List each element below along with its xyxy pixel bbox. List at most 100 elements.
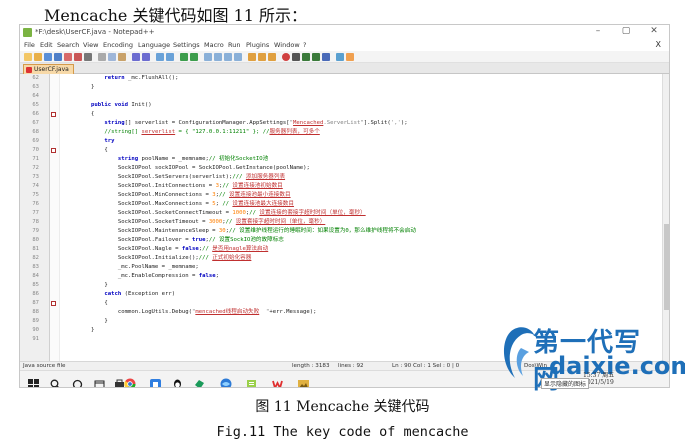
code-line[interactable]: 80 SockIOPool.Failover = true;// 设置SockI… [20,236,654,245]
fold-marker-icon[interactable] [51,148,56,153]
code-line[interactable]: 73 SockIOPool.SetServers(serverlist);///… [20,173,654,182]
code-line[interactable]: 91 [20,335,654,344]
show-all-chars-icon[interactable] [224,53,232,61]
menu-window[interactable]: Window [274,41,300,49]
code-line[interactable]: 71 string poolName = _memname;// 初始化Sock… [20,155,654,164]
folder-workspace-icon[interactable] [268,53,276,61]
code-line[interactable]: 64 [20,92,654,101]
file-explorer-icon[interactable] [94,375,105,387]
menu-file[interactable]: File [24,41,35,49]
code-line[interactable]: 72 SockIOPool sockIOPool = SockIOPool.Ge… [20,164,654,173]
menu-edit[interactable]: Edit [40,41,53,49]
maximize-button[interactable]: ▢ [616,26,636,36]
browser-icon[interactable] [220,375,232,387]
plugin-icon[interactable] [346,53,354,61]
code-line[interactable]: 69 try [20,137,654,146]
qq-icon[interactable] [172,375,183,387]
doc-map-icon[interactable] [248,53,256,61]
undo-icon[interactable] [132,53,140,61]
code-line[interactable]: 83 _mc.PoolName = _memname; [20,263,654,272]
indent-guide-icon[interactable] [234,53,242,61]
code-text: { [64,111,95,117]
task-view-icon[interactable] [72,375,83,387]
code-line[interactable]: 78 SockIOPool.SocketTimeout = 3000;// 设置… [20,218,654,227]
spell-check-icon[interactable] [336,53,344,61]
run-macro-multiple-icon[interactable] [312,53,320,61]
scrollbar-thumb[interactable] [664,224,669,310]
stop-macro-icon[interactable] [292,53,300,61]
menu-language[interactable]: Language [138,41,170,49]
code-line[interactable]: 74 SockIOPool.InitConnections = 3;// 设置连… [20,182,654,191]
find-icon[interactable] [156,53,164,61]
paste-icon[interactable] [118,53,126,61]
minimize-button[interactable]: – [588,26,608,36]
record-macro-icon[interactable] [282,53,290,61]
code-editor[interactable]: 62 return _mc.FlushAll(); 63 } 64 65 public… [20,74,669,361]
code-line[interactable]: 75 SockIOPool.MinConnections = 3;// 设置连接… [20,191,654,200]
code-line[interactable]: 86 catch (Exception err) [20,290,654,299]
menu-macro[interactable]: Macro [204,41,224,49]
code-text: _mc.PoolName = _memname; [64,264,199,270]
sync-scroll-icon[interactable] [204,53,212,61]
menu-run[interactable]: Run [228,41,240,49]
new-file-icon[interactable] [24,53,32,61]
close-all-icon[interactable] [74,53,82,61]
code-line[interactable]: 76 SockIOPool.MaxConnections = 5; // 设置连… [20,200,654,209]
save-icon[interactable] [44,53,52,61]
chrome-icon[interactable] [124,375,136,387]
image-icon[interactable] [298,375,309,387]
word-wrap-icon[interactable] [214,53,222,61]
replace-icon[interactable] [166,53,174,61]
code-line[interactable]: 62 return _mc.FlushAll(); [20,74,654,83]
code-line[interactable]: 84 _mc.EnableCompression = false; [20,272,654,281]
save-macro-icon[interactable] [322,53,330,61]
menu-plugins[interactable]: Plugins [246,41,269,49]
tab-usercf-java[interactable]: UserCF.java [23,64,74,74]
fold-marker-icon[interactable] [51,112,56,117]
save-all-icon[interactable] [54,53,62,61]
app-icon[interactable] [150,375,161,387]
fold-marker-icon[interactable] [51,301,56,306]
code-line[interactable]: 85 } [20,281,654,290]
menu-settings[interactable]: Settings [173,41,200,49]
code-line[interactable]: 88 common.LogUtils.Debug("mencached线程启动失… [20,308,654,317]
code-text: string[] serverlist = ConfigurationManag… [104,120,408,126]
code-line[interactable]: 79 SockIOPool.MaintenanceSleep = 30;// 设… [20,227,654,236]
function-list-icon[interactable] [258,53,266,61]
print-icon[interactable] [84,53,92,61]
code-line[interactable]: 66 { [20,110,654,119]
code-line[interactable]: 82 SockIOPool.Initialize();/// 正式初始化容器 [20,254,654,263]
windows-icon[interactable] [28,375,39,387]
play-macro-icon[interactable] [302,53,310,61]
menu-view[interactable]: View [83,41,98,49]
close-file-icon[interactable] [64,53,72,61]
code-line[interactable]: 67 string[] serverlist = ConfigurationMa… [20,119,654,128]
redo-icon[interactable] [142,53,150,61]
code-line[interactable]: 68 //string[] serverlist = { "127.0.0.1:… [20,128,654,137]
zoom-in-icon[interactable] [180,53,188,61]
open-file-icon[interactable] [34,53,42,61]
code-line[interactable]: 81 SockIOPool.Nagle = false;// 是否用nagle算… [20,245,654,254]
code-text: } [64,318,108,324]
code-line[interactable]: 77 SockIOPool.SocketConnectTimeout = 100… [20,209,654,218]
zoom-out-icon[interactable] [190,53,198,61]
menu-search[interactable]: Search [57,41,79,49]
wps-icon[interactable] [272,375,283,387]
copy-icon[interactable] [108,53,116,61]
menu-encoding[interactable]: Encoding [103,41,133,49]
code-line[interactable]: 87 { [20,299,654,308]
code-line[interactable]: 70 { [20,146,654,155]
notepadpp-icon[interactable] [246,375,257,387]
app-green-icon[interactable] [194,375,205,387]
search-icon[interactable] [50,375,61,387]
windows-taskbar [20,370,669,387]
menu-help[interactable]: ? [303,41,306,49]
cut-icon[interactable] [98,53,106,61]
code-line[interactable]: 89 } [20,317,654,326]
code-line[interactable]: 65 public void Init() [20,101,654,110]
vertical-scrollbar[interactable] [662,74,669,361]
code-line[interactable]: 63 } [20,83,654,92]
close-document-icon[interactable]: X [656,40,661,49]
close-button[interactable]: ✕ [644,26,664,36]
code-line[interactable]: 90 } [20,326,654,335]
